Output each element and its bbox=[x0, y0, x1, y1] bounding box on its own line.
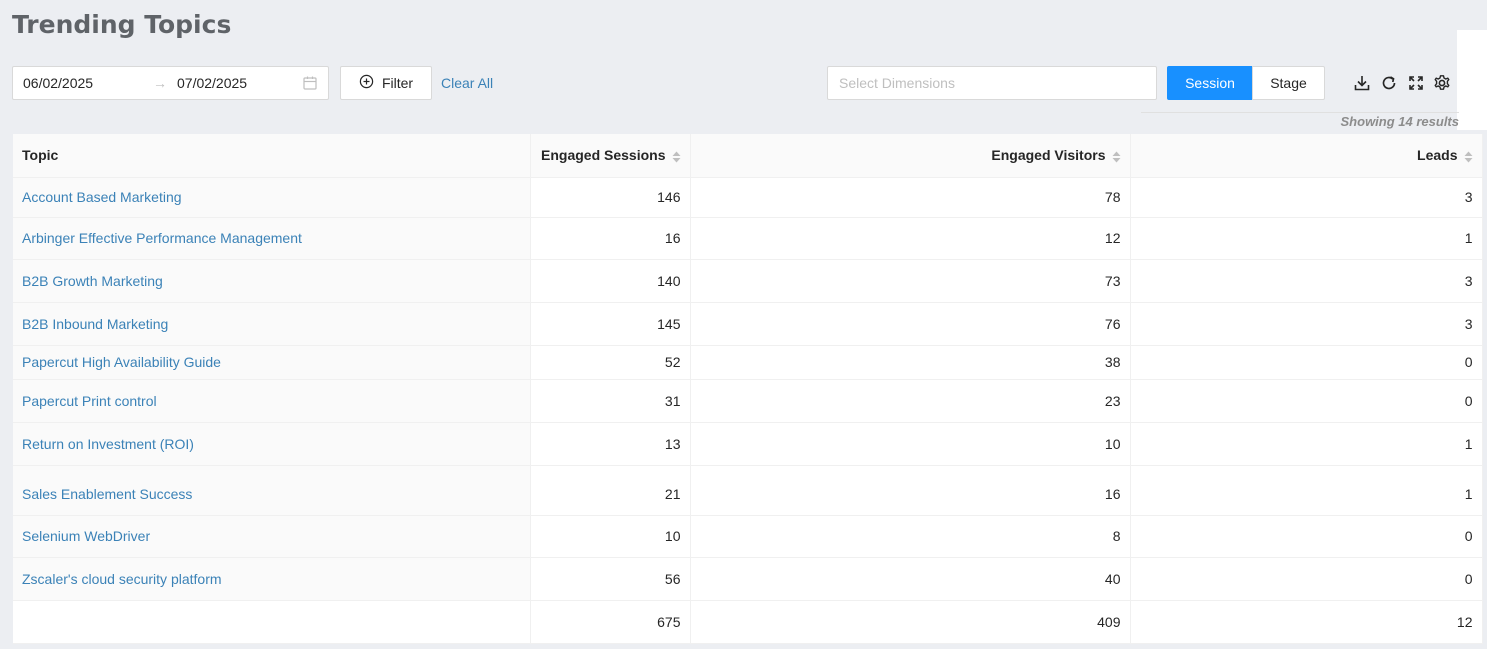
total-leads: 12 bbox=[1130, 600, 1483, 644]
column-header-topic: Topic bbox=[13, 134, 531, 178]
sort-icon bbox=[1112, 151, 1120, 163]
select-dimensions-input[interactable]: Select Dimensions bbox=[827, 66, 1157, 100]
engaged-visitors-cell: 76 bbox=[690, 302, 1131, 346]
leads-cell: 3 bbox=[1130, 302, 1483, 346]
engaged-visitors-cell: 12 bbox=[690, 217, 1131, 260]
fullscreen-icon[interactable] bbox=[1407, 74, 1425, 92]
table-header-row: Topic Engaged Sessions Engaged Visitors … bbox=[13, 134, 1483, 178]
table-row: Account Based Marketing 146 78 3 bbox=[13, 177, 1483, 218]
column-header-leads[interactable]: Leads bbox=[1130, 134, 1483, 178]
table-row: Papercut High Availability Guide 52 38 0 bbox=[13, 345, 1483, 380]
date-range-picker[interactable]: 06/02/2025 → 07/02/2025 bbox=[12, 66, 329, 100]
engaged-sessions-cell: 56 bbox=[530, 557, 691, 601]
download-icon[interactable] bbox=[1353, 74, 1371, 92]
leads-cell: 3 bbox=[1130, 259, 1483, 303]
leads-cell: 3 bbox=[1130, 177, 1483, 218]
table-row: Arbinger Effective Performance Managemen… bbox=[13, 217, 1483, 260]
trending-topics-table: Topic Engaged Sessions Engaged Visitors … bbox=[13, 134, 1483, 644]
refresh-icon[interactable] bbox=[1380, 74, 1398, 92]
sort-icon bbox=[1464, 151, 1472, 163]
stage-toggle-button[interactable]: Stage bbox=[1252, 66, 1325, 100]
engaged-visitors-cell: 38 bbox=[690, 345, 1131, 380]
toolbar-edge-panel bbox=[1457, 30, 1487, 130]
leads-cell: 1 bbox=[1130, 217, 1483, 260]
leads-cell: 1 bbox=[1130, 465, 1483, 516]
leads-cell: 1 bbox=[1130, 422, 1483, 466]
topic-cell[interactable]: Selenium WebDriver bbox=[13, 515, 531, 558]
engaged-visitors-cell: 8 bbox=[690, 515, 1131, 558]
engaged-sessions-cell: 145 bbox=[530, 302, 691, 346]
calendar-icon[interactable] bbox=[302, 75, 318, 91]
engaged-sessions-cell: 21 bbox=[530, 465, 691, 516]
engaged-visitors-cell: 40 bbox=[690, 557, 1131, 601]
table-row: Zscaler's cloud security platform 56 40 … bbox=[13, 557, 1483, 601]
sort-icon bbox=[672, 151, 680, 163]
engaged-visitors-cell: 16 bbox=[690, 465, 1131, 516]
table-row: Papercut Print control 31 23 0 bbox=[13, 379, 1483, 423]
settings-icon[interactable] bbox=[1433, 74, 1451, 92]
page-title: Trending Topics bbox=[12, 10, 232, 39]
engaged-sessions-cell: 140 bbox=[530, 259, 691, 303]
table-row: Sales Enablement Success 21 16 1 bbox=[13, 465, 1483, 516]
topic-cell[interactable]: Papercut Print control bbox=[13, 379, 531, 423]
engaged-sessions-cell: 13 bbox=[530, 422, 691, 466]
table-row: Selenium WebDriver 10 8 0 bbox=[13, 515, 1483, 558]
topic-cell[interactable]: Papercut High Availability Guide bbox=[13, 345, 531, 380]
engaged-sessions-cell: 31 bbox=[530, 379, 691, 423]
total-engaged-sessions: 675 bbox=[530, 600, 691, 644]
total-engaged-visitors: 409 bbox=[690, 600, 1131, 644]
topic-cell[interactable]: B2B Growth Marketing bbox=[13, 259, 531, 303]
session-toggle-button[interactable]: Session bbox=[1167, 66, 1253, 100]
filter-button[interactable]: Filter bbox=[340, 66, 432, 100]
engaged-visitors-cell: 10 bbox=[690, 422, 1131, 466]
engaged-visitors-cell: 78 bbox=[690, 177, 1131, 218]
totals-label-cell bbox=[13, 600, 531, 644]
topic-cell[interactable]: Return on Investment (ROI) bbox=[13, 422, 531, 466]
topic-cell[interactable]: Account Based Marketing bbox=[13, 177, 531, 218]
engaged-sessions-cell: 146 bbox=[530, 177, 691, 218]
engaged-visitors-cell: 73 bbox=[690, 259, 1131, 303]
start-date-input[interactable]: 06/02/2025 bbox=[23, 75, 143, 91]
totals-row: 675 409 12 bbox=[13, 600, 1483, 644]
leads-cell: 0 bbox=[1130, 515, 1483, 558]
date-range-separator: → bbox=[153, 75, 167, 91]
end-date-input[interactable]: 07/02/2025 bbox=[177, 75, 297, 91]
engaged-sessions-cell: 10 bbox=[530, 515, 691, 558]
leads-cell: 0 bbox=[1130, 345, 1483, 380]
plus-circle-icon bbox=[359, 74, 374, 92]
filter-button-label: Filter bbox=[381, 75, 414, 91]
topic-cell[interactable]: Zscaler's cloud security platform bbox=[13, 557, 531, 601]
engaged-sessions-cell: 52 bbox=[530, 345, 691, 380]
column-header-engaged-sessions[interactable]: Engaged Sessions bbox=[530, 134, 691, 178]
engaged-sessions-cell: 16 bbox=[530, 217, 691, 260]
table-row: B2B Inbound Marketing 145 76 3 bbox=[13, 302, 1483, 346]
clear-all-link[interactable]: Clear All bbox=[441, 75, 493, 91]
leads-cell: 0 bbox=[1130, 379, 1483, 423]
topic-cell[interactable]: Sales Enablement Success bbox=[13, 465, 531, 516]
topic-cell[interactable]: B2B Inbound Marketing bbox=[13, 302, 531, 346]
table-row: Return on Investment (ROI) 13 10 1 bbox=[13, 422, 1483, 466]
table-row: B2B Growth Marketing 140 73 3 bbox=[13, 259, 1483, 303]
leads-cell: 0 bbox=[1130, 557, 1483, 601]
column-header-engaged-visitors[interactable]: Engaged Visitors bbox=[690, 134, 1131, 178]
topic-cell[interactable]: Arbinger Effective Performance Managemen… bbox=[13, 217, 531, 260]
results-count: Showing 14 results bbox=[1141, 112, 1459, 130]
engaged-visitors-cell: 23 bbox=[690, 379, 1131, 423]
